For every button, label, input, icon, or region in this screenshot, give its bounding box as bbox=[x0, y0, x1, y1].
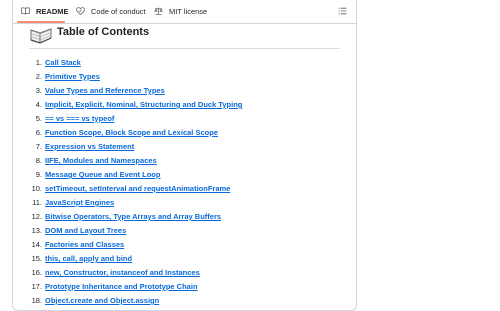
toc-link[interactable]: Prototype Inheritance and Prototype Chai… bbox=[45, 280, 198, 294]
list-item-number: 11. bbox=[32, 198, 42, 207]
toc-link[interactable]: JavaScript Engines bbox=[45, 196, 114, 210]
tab-mit-license[interactable]: MIT license bbox=[154, 0, 207, 23]
list-item-number: 7. bbox=[35, 142, 42, 151]
toc-link[interactable]: IIFE, Modules and Namespaces bbox=[45, 154, 157, 168]
readme-tabbar: README Code of conduct MIT license bbox=[13, 0, 356, 24]
list-item-number: 4. bbox=[35, 100, 42, 109]
list-item-number: 2. bbox=[35, 72, 42, 81]
list-item-number: 15. bbox=[31, 254, 42, 263]
list-item-number: 3. bbox=[35, 86, 42, 95]
list-item-number: 16. bbox=[31, 268, 42, 277]
tab-code-of-conduct-label: Code of conduct bbox=[91, 7, 146, 16]
list-item-number: 10. bbox=[31, 184, 42, 193]
tab-mit-license-label: MIT license bbox=[169, 7, 208, 16]
toc-link[interactable]: == vs === vs typeof bbox=[45, 112, 114, 126]
open-book-icon bbox=[29, 25, 53, 50]
tab-readme-label: README bbox=[36, 7, 69, 16]
list-outline-icon bbox=[338, 2, 347, 20]
outline-button[interactable] bbox=[336, 5, 348, 17]
page-title: Table of Contents bbox=[57, 26, 150, 38]
toc-link[interactable]: Message Queue and Event Loop bbox=[45, 168, 160, 182]
toc-link[interactable]: Expression vs Statement bbox=[45, 140, 134, 154]
book-icon bbox=[21, 7, 30, 17]
toc-link[interactable]: DOM and Layout Trees bbox=[45, 224, 126, 238]
tab-code-of-conduct[interactable]: Code of conduct bbox=[76, 0, 146, 23]
list-item-number: 1. bbox=[35, 58, 42, 67]
list-item-number: 8. bbox=[35, 156, 42, 165]
list-item-number: 13. bbox=[31, 226, 42, 235]
toc-link[interactable]: Object.create and Object.assign bbox=[45, 294, 159, 308]
list-item-number: 12. bbox=[31, 212, 42, 221]
toc-link[interactable]: Bitwise Operators, Type Arrays and Array… bbox=[45, 210, 221, 224]
toc-link[interactable]: Value Types and Reference Types bbox=[45, 84, 165, 98]
toc-link[interactable]: Function Scope, Block Scope and Lexical … bbox=[45, 126, 218, 140]
list-item-number: 14. bbox=[31, 240, 42, 249]
toc-link[interactable]: Factories and Classes bbox=[45, 238, 124, 252]
list-item-number: 6. bbox=[35, 128, 42, 137]
readme-panel: README Code of conduct MIT license Table… bbox=[12, 0, 357, 311]
list-item-number: 18. bbox=[31, 296, 42, 305]
tab-readme[interactable]: README bbox=[21, 0, 69, 23]
toc-link[interactable]: setTimeout, setInterval and requestAnima… bbox=[45, 182, 230, 196]
list-item-number: 5. bbox=[35, 114, 42, 123]
toc-link[interactable]: Primitive Types bbox=[45, 70, 100, 84]
list-item-number: 17. bbox=[31, 282, 42, 291]
toc-link[interactable]: new, Constructor, instanceof and Instanc… bbox=[45, 266, 200, 280]
toc-link[interactable]: Call Stack bbox=[45, 56, 81, 70]
heart-handshake-icon bbox=[76, 6, 85, 17]
toc-heading-row: Table of Contents bbox=[29, 23, 340, 49]
toc-link[interactable]: this, call, apply and bind bbox=[45, 252, 132, 266]
toc-link[interactable]: Implicit, Explicit, Nominal, Structuring… bbox=[45, 98, 242, 112]
law-scale-icon bbox=[154, 7, 163, 17]
list-item-number: 9. bbox=[35, 170, 42, 179]
